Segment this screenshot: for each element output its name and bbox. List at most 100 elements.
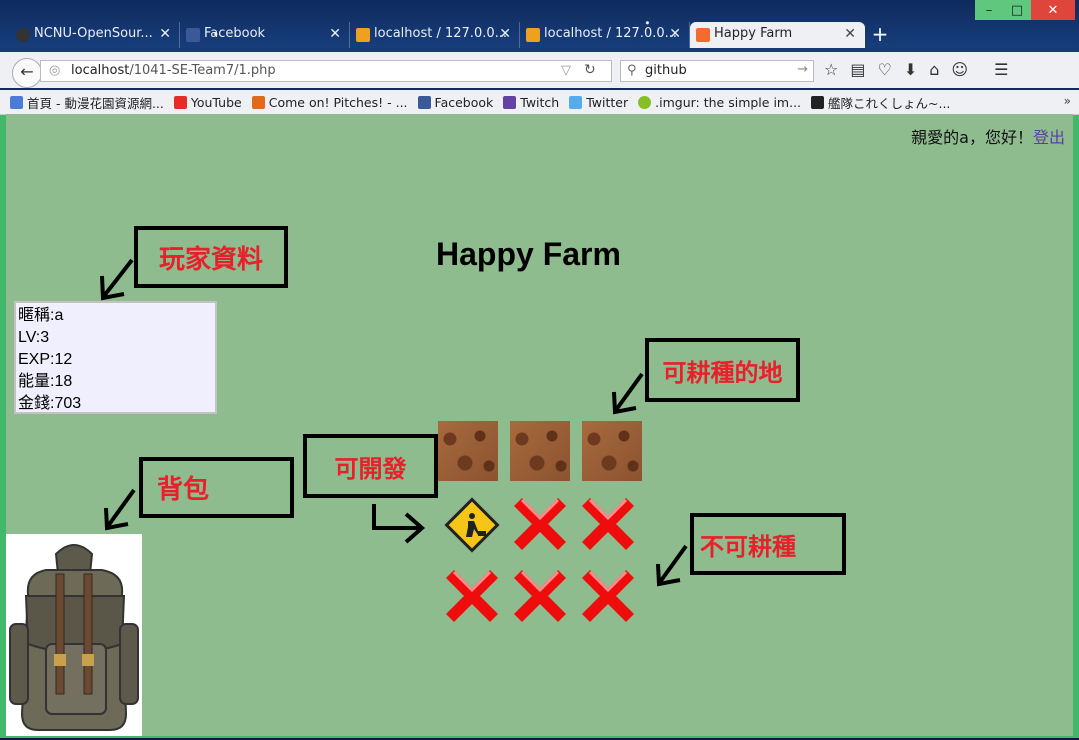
bookmark-item[interactable]: Facebook — [417, 94, 494, 110]
unavailable-land-icon — [578, 494, 638, 554]
player-exp: EXP:12 — [18, 351, 73, 368]
close-tab-icon[interactable]: ✕ — [499, 26, 511, 42]
tab-label: localhost / 127.0.0... — [544, 26, 678, 41]
annotation-developable: 可開發 — [303, 434, 438, 498]
greeting: 親愛的a，您好！登出 — [911, 124, 1065, 148]
farmland-tile[interactable] — [510, 421, 570, 481]
annotation-player-data: 玩家資料 — [134, 226, 288, 288]
reading-list-icon[interactable]: ▤ — [850, 60, 865, 79]
url-host: localhost — [71, 63, 130, 78]
annotation-farmable: 可耕種的地 — [645, 338, 800, 402]
bookmark-label: YouTube — [190, 94, 242, 110]
bookmark-item[interactable]: 艦隊これくしょん~... — [811, 93, 950, 112]
bookmark-favicon-icon — [10, 95, 23, 109]
browser-chrome: – □ ✕ NCNU-OpenSour... ✕ Facebook ✕ loca… — [0, 0, 1079, 115]
globe-icon: ◎ — [49, 63, 61, 78]
bookmark-label: 首頁 - 動漫花園資源網... — [27, 95, 164, 111]
unavailable-land-icon — [578, 566, 638, 626]
unavailable-land-icon — [510, 494, 570, 554]
reload-icon[interactable]: ↻ — [584, 62, 596, 78]
tab-label: Facebook — [204, 26, 266, 41]
kancolle-icon — [811, 95, 825, 109]
xampp-icon — [696, 28, 710, 42]
greeting-text: 親愛的a，您好！ — [911, 128, 1033, 147]
backpack-button[interactable] — [6, 534, 142, 736]
toolbar: ☆ ▤ ♡ ⬇ ⌂ ☺ ☰ — [824, 60, 1008, 79]
arrow-to-unavailable — [656, 544, 688, 587]
close-tab-icon[interactable]: ✕ — [844, 26, 856, 42]
youtube-icon — [173, 95, 187, 109]
develop-land-icon[interactable] — [444, 497, 504, 557]
bookmarks-overflow-icon[interactable]: » — [1064, 94, 1071, 108]
url-bar[interactable]: ◎ localhost/1041-SE-Team7/1.php ▽ — [40, 60, 612, 82]
pitches-icon — [251, 95, 265, 109]
close-window-button[interactable]: ✕ — [1031, 0, 1075, 20]
close-tab-icon[interactable]: ✕ — [159, 26, 171, 42]
navigation-bar: ← ◎ localhost/1041-SE-Team7/1.php ▽ ↻ ⚲ … — [0, 52, 1079, 88]
url-path: /1041-SE-Team7/1.php — [129, 63, 276, 78]
bookmark-item[interactable]: .imgur: the simple im... — [638, 95, 801, 110]
bookmarks-bar: 首頁 - 動漫花園資源網... YouTube Come on! Pitches… — [0, 90, 1079, 115]
farmland-tile[interactable] — [582, 421, 642, 481]
player-nickname: 暱稱:a — [18, 307, 64, 324]
bookmark-item[interactable]: YouTube — [173, 94, 242, 110]
github-icon — [16, 28, 30, 42]
phpmyadmin-icon — [356, 28, 370, 42]
bookmark-item[interactable]: Twitch — [503, 95, 559, 110]
bookmark-star-icon[interactable]: ☆ — [824, 60, 838, 79]
facebook-icon — [186, 28, 200, 42]
maximize-button[interactable]: □ — [1003, 0, 1031, 20]
back-button[interactable]: ← — [12, 58, 42, 88]
arrow-to-farmland — [612, 372, 644, 415]
new-tab-button[interactable]: + — [865, 22, 895, 48]
unavailable-land-icon — [442, 566, 502, 626]
bookmark-item[interactable]: Come on! Pitches! - ... — [251, 94, 408, 110]
arrow-to-develop-tile — [372, 504, 426, 544]
download-icon[interactable]: ⬇ — [904, 60, 917, 79]
home-icon[interactable]: ⌂ — [929, 60, 939, 79]
dropdown-icon[interactable]: ▽ — [561, 63, 571, 78]
tab-facebook[interactable]: Facebook ✕ — [180, 22, 350, 48]
close-tab-icon[interactable]: ✕ — [669, 26, 681, 42]
tab-label: NCNU-OpenSour... — [34, 26, 153, 41]
player-level: LV:3 — [18, 329, 50, 346]
minimize-button[interactable]: – — [975, 0, 1003, 20]
farmland-tile[interactable] — [438, 421, 498, 481]
page-title: Happy Farm — [436, 236, 621, 272]
bookmark-label: 艦隊これくしょん~... — [828, 95, 951, 111]
facebook-icon — [417, 95, 431, 109]
tab-happy-farm[interactable]: Happy Farm ✕ — [690, 22, 865, 48]
annotation-backpack: 背包 — [139, 457, 294, 518]
twitter-icon — [569, 95, 583, 109]
annotation-not-farmable: 不可耕種 — [690, 513, 846, 575]
imgur-icon — [638, 95, 652, 109]
player-energy: 能量:18 — [18, 373, 73, 390]
arrow-to-backpack — [104, 488, 136, 531]
player-money: 金錢:703 — [18, 395, 82, 412]
search-input[interactable]: ⚲ github → — [620, 60, 814, 82]
player-info-panel: 暱稱:a LV:3 EXP:12 能量:18 金錢:703 — [14, 301, 217, 414]
tab-github[interactable]: NCNU-OpenSour... ✕ — [10, 22, 180, 48]
search-icon: ⚲ — [627, 63, 637, 78]
backpack-icon — [9, 544, 139, 731]
bookmark-label: Come on! Pitches! - ... — [268, 94, 408, 110]
bookmark-item[interactable]: Twitter — [569, 95, 628, 110]
bookmark-item[interactable]: 首頁 - 動漫花園資源網... — [10, 93, 164, 112]
search-go-icon[interactable]: → — [797, 62, 808, 77]
logout-link[interactable]: 登出 — [1033, 128, 1065, 147]
bookmark-label: Twitch — [520, 94, 560, 110]
page-content: 親愛的a，您好！登出 Happy Farm 暱稱:a LV:3 EXP:12 能… — [6, 114, 1073, 736]
pocket-icon[interactable]: ♡ — [877, 60, 891, 79]
smiley-icon[interactable]: ☺ — [951, 60, 968, 79]
construction-sign-icon — [444, 497, 500, 553]
close-tab-icon[interactable]: ✕ — [329, 26, 341, 42]
bookmark-label: Twitter — [586, 94, 629, 110]
tab-strip: NCNU-OpenSour... ✕ Facebook ✕ localhost … — [10, 22, 895, 48]
tab-phpmyadmin-2[interactable]: localhost / 127.0.0... ✕ — [520, 22, 690, 48]
unavailable-land-icon — [510, 566, 570, 626]
bookmark-label: .imgur: the simple im... — [655, 94, 802, 110]
tab-phpmyadmin-1[interactable]: localhost / 127.0.0... ✕ — [350, 22, 520, 48]
twitch-icon — [503, 95, 517, 109]
menu-icon[interactable]: ☰ — [994, 60, 1008, 79]
bookmark-label: Facebook — [434, 94, 494, 110]
